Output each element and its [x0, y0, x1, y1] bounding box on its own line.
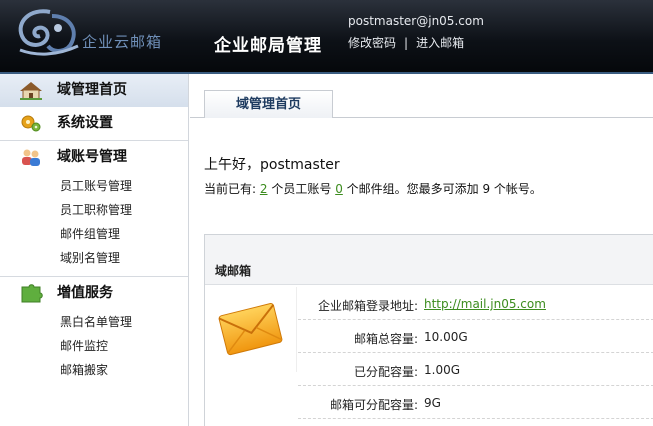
- user-email: postmaster@jn05.com: [348, 14, 484, 28]
- group-count-link[interactable]: 0: [335, 182, 343, 196]
- sidebar-item-label: 域管理首页: [57, 82, 127, 98]
- gear-icon: [21, 115, 41, 132]
- users-icon: [22, 149, 40, 166]
- sidebar-item-label: 系统设置: [57, 115, 113, 131]
- domain-mailbox-panel: 域邮箱 企业邮箱登录地址: http://mail.jn05.com 邮箱总容量…: [204, 234, 653, 426]
- greeting-text: 上午好，postmaster: [204, 157, 340, 173]
- logo-swirl-icon: [18, 9, 79, 56]
- account-summary: 当前已有: 2 个员工账号 0 个邮件组。您最多可添加 9 个帐号。: [204, 180, 542, 197]
- info-row-total-capacity: 邮箱总容量: 10.00G: [298, 320, 653, 353]
- link-separator: |: [404, 36, 409, 50]
- sidebar-item-label: 増值服务: [57, 285, 113, 301]
- panel-title: 域邮箱: [215, 264, 252, 278]
- change-password-link[interactable]: 修改密码: [348, 36, 396, 50]
- sidebar-subitem-staff-accounts[interactable]: 员工账号管理: [0, 174, 188, 198]
- enter-mailbox-link[interactable]: 进入邮箱: [416, 36, 464, 50]
- user-links: 修改密码 | 进入邮箱: [348, 34, 464, 51]
- sidebar-subitem-mail-monitor[interactable]: 邮件监控: [0, 334, 188, 358]
- summary-suffix: 个邮件组。您最多可添加 9 个帐号。: [346, 182, 542, 196]
- sidebar-subitem-staff-titles[interactable]: 员工职称管理: [0, 198, 188, 222]
- summary-staff-label: 个员工账号: [271, 182, 332, 196]
- sidebar-item-domain-home[interactable]: 域管理首页: [0, 74, 188, 107]
- system-title: 企业邮局管理: [214, 36, 322, 56]
- info-row-allocated-capacity: 已分配容量: 1.00G: [298, 353, 653, 386]
- mail-illustration: [205, 287, 297, 372]
- row-label: 邮箱可分配容量:: [329, 398, 418, 412]
- info-row-login-url: 企业邮箱登录地址: http://mail.jn05.com: [298, 287, 653, 320]
- sidebar-subitem-mailbox-migration[interactable]: 邮箱搬家: [0, 358, 188, 382]
- staff-count-link[interactable]: 2: [260, 182, 268, 196]
- summary-prefix: 当前已有:: [204, 182, 257, 196]
- sidebar-item-label: 域账号管理: [57, 149, 127, 165]
- panel-header: [205, 235, 653, 285]
- row-label: 邮箱总容量:: [353, 332, 418, 346]
- tab-bar: 域管理首页: [190, 90, 653, 118]
- sidebar-item-value-added-services[interactable]: 増值服务: [0, 277, 188, 310]
- sidebar-subitem-blackwhite-list[interactable]: 黑白名单管理: [0, 310, 188, 334]
- info-row-available-capacity: 邮箱可分配容量: 9G: [298, 386, 653, 419]
- main-content: 域管理首页 上午好，postmaster 当前已有: 2 个员工账号 0 个邮件…: [190, 74, 653, 426]
- mail-login-link[interactable]: http://mail.jn05.com: [424, 297, 546, 311]
- logo-text: 企业云邮箱: [82, 33, 163, 51]
- puzzle-icon: [21, 284, 43, 303]
- row-value: 9G: [424, 396, 441, 410]
- top-header: 企业云邮箱 企业邮局管理 postmaster@jn05.com 修改密码 | 进入…: [0, 0, 653, 74]
- sidebar-item-system-settings[interactable]: 系统设置: [0, 107, 188, 140]
- house-icon: [20, 82, 42, 100]
- envelope-icon: [218, 303, 283, 356]
- sidebar-subitem-mail-groups[interactable]: 邮件组管理: [0, 222, 188, 246]
- row-value: 10.00G: [424, 330, 468, 344]
- row-label: 已分配容量:: [353, 365, 418, 379]
- sidebar-subitem-domain-aliases[interactable]: 域别名管理: [0, 246, 188, 270]
- sidebar: 域管理首页 系统设置 域账号管理 员工账号管理 员工职称管理 邮件组管理 域别名…: [0, 74, 189, 426]
- tab-domain-home[interactable]: 域管理首页: [204, 90, 333, 118]
- row-value: 1.00G: [424, 363, 461, 377]
- row-label: 企业邮箱登录地址:: [317, 299, 418, 313]
- sidebar-item-account-management[interactable]: 域账号管理: [0, 141, 188, 174]
